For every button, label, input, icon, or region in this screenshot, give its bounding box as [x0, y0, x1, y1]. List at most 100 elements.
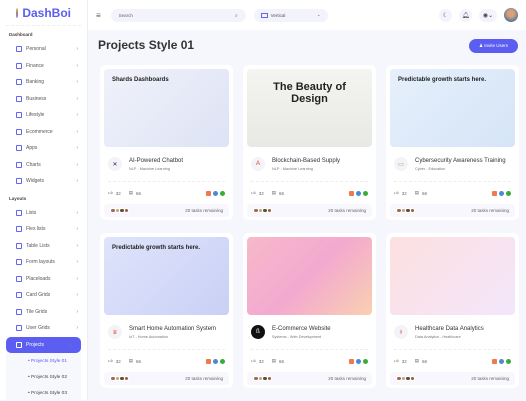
nav-icon: [16, 259, 22, 266]
project-title[interactable]: E-Commerce Website: [272, 326, 331, 332]
python-icon: [356, 190, 361, 196]
sidebar-item-charts[interactable]: Charts ›: [0, 157, 87, 174]
sidebar-item-finance[interactable]: Finance ›: [0, 58, 87, 75]
moon-icon[interactable]: ☾: [439, 8, 452, 22]
android-icon: [363, 190, 368, 196]
project-card[interactable]: ⚕ Healthcare Data Analytics Data Analytics…: [386, 233, 519, 388]
project-title[interactable]: AI-Powered Chatbot: [129, 158, 183, 164]
sidebar-item-business[interactable]: Business ›: [0, 91, 87, 108]
sidebar-item-flex-lists[interactable]: Flex lists ›: [0, 221, 87, 238]
comment-icon[interactable]: ▤: [415, 358, 419, 364]
project-image: [247, 237, 372, 315]
nav-icon: [16, 209, 22, 216]
chevron-right-icon: ›: [76, 95, 78, 102]
team-avatars[interactable]: [110, 207, 185, 214]
like-icon[interactable]: 👍︎: [108, 358, 113, 364]
search-input[interactable]: Search ⌕: [110, 8, 246, 22]
menu-icon[interactable]: ≡: [96, 11, 101, 20]
avatar[interactable]: [504, 8, 518, 22]
nav-icon: [16, 325, 22, 332]
nav-icon: [16, 62, 22, 69]
project-card[interactable]: Predictable growth starts here. ▭ Cyberse…: [386, 65, 519, 220]
android-icon: [506, 358, 511, 364]
html-icon: [492, 190, 497, 196]
sidebar-item-user-grids[interactable]: User Grids ›: [0, 320, 87, 337]
tasks-remaining: 20 tasks remaining: [185, 376, 223, 381]
team-avatars[interactable]: [396, 375, 471, 382]
chevron-right-icon: ›: [76, 128, 78, 135]
like-icon[interactable]: 👍︎: [394, 190, 399, 196]
layout-icon: [260, 12, 268, 18]
sidebar-item-apps[interactable]: Apps ›: [0, 140, 87, 157]
project-card[interactable]: Predictable growth starts here. ♛ Smart H…: [100, 233, 233, 388]
project-title[interactable]: Blockchain-Based Supply: [272, 158, 340, 164]
chevron-right-icon: ›: [76, 308, 78, 315]
nav-icon: [16, 128, 22, 135]
comment-icon[interactable]: ▤: [272, 358, 276, 364]
chevron-right-icon: ›: [76, 62, 78, 69]
html-icon: [206, 358, 211, 364]
like-icon[interactable]: 👍︎: [394, 358, 399, 364]
project-title[interactable]: Healthcare Data Analytics: [415, 326, 484, 332]
python-icon: [213, 190, 218, 196]
project-image: Shards Dashboards: [104, 69, 229, 147]
android-icon: [220, 190, 225, 196]
tasks-remaining: 20 tasks remaining: [471, 208, 509, 213]
like-icon[interactable]: 👍︎: [251, 190, 256, 196]
sidebar-subitem[interactable]: • Projects Style 02: [6, 369, 81, 385]
project-card[interactable]: ß E-Commerce Website Systems - Web Develop…: [243, 233, 376, 388]
globe-icon[interactable]: ◉⌄: [479, 8, 497, 22]
project-category: NLP - Machine Learning: [272, 166, 313, 171]
invite-users-button[interactable]: ♟ Invite Users: [468, 39, 518, 53]
project-card[interactable]: The Beauty of Design A Blockchain-Based S…: [243, 65, 376, 220]
sidebar-item-banking[interactable]: Banking ›: [0, 74, 87, 91]
project-category: Data Analytics - Healthcare: [415, 334, 461, 339]
project-image: Predictable growth starts here.: [390, 69, 515, 147]
sidebar-item-table-lists[interactable]: Table Lists ›: [0, 238, 87, 255]
sidebar-item-personal[interactable]: Personal ›: [0, 41, 87, 58]
bell-icon[interactable]: 🔔︎: [459, 8, 472, 22]
tasks-remaining: 20 tasks remaining: [328, 376, 366, 381]
team-avatars[interactable]: [396, 207, 471, 214]
project-image: [390, 237, 515, 315]
sidebar-subitem[interactable]: • Projects Style 03: [6, 385, 81, 401]
chevron-down-icon: ⌄: [67, 341, 72, 348]
project-card[interactable]: Shards Dashboards ✕ AI-Powered Chatbot NLP…: [100, 65, 233, 220]
sidebar-item-projects[interactable]: Projects ⌄: [6, 336, 81, 353]
team-avatars[interactable]: [253, 207, 328, 214]
sidebar-item-form-layouts[interactable]: Form layouts ›: [0, 254, 87, 271]
chevron-right-icon: ›: [76, 275, 78, 282]
nav-icon: [16, 79, 22, 86]
sidebar-subitem[interactable]: • Projects Style 01: [6, 353, 81, 369]
section-layouts: Layouts: [9, 195, 27, 201]
html-icon: [492, 358, 497, 364]
like-icon[interactable]: 👍︎: [251, 358, 256, 364]
project-logo: ✕: [108, 157, 122, 171]
page-title: Projects Style 01: [98, 38, 195, 52]
sidebar-item-tile-grids[interactable]: Tile Grids ›: [0, 304, 87, 321]
sidebar-item-lifestyle[interactable]: Lifestyle ›: [0, 107, 87, 124]
tasks-remaining: 20 tasks remaining: [328, 208, 366, 213]
html-icon: [349, 190, 354, 196]
chevron-right-icon: ›: [76, 226, 78, 233]
comment-icon[interactable]: ▤: [272, 190, 276, 196]
chevron-right-icon: ›: [76, 292, 78, 299]
comment-icon[interactable]: ▤: [129, 358, 133, 364]
sidebar-item-card-grids[interactable]: Card Grids ›: [0, 287, 87, 304]
sidebar-item-ecommerce[interactable]: Ecommerce ›: [0, 124, 87, 141]
sidebar-item-widgets[interactable]: Widgets ›: [0, 173, 87, 190]
project-title[interactable]: Cybersecurity Awareness Training: [415, 158, 506, 164]
layout-select[interactable]: Vertical ⌄: [253, 8, 328, 22]
comment-icon[interactable]: ▤: [129, 190, 133, 196]
comment-icon[interactable]: ▤: [415, 190, 419, 196]
nav-icon: [16, 145, 22, 152]
team-avatars[interactable]: [110, 375, 185, 382]
sidebar-item-lists[interactable]: Lists ›: [0, 205, 87, 222]
like-icon[interactable]: 👍︎: [108, 190, 113, 196]
sidebar-item-placeloads[interactable]: Placeloads ›: [0, 271, 87, 288]
android-icon: [363, 358, 368, 364]
project-title[interactable]: Smart Home Automation System: [129, 326, 216, 332]
team-avatars[interactable]: [253, 375, 328, 382]
logo[interactable]: DashBoi: [6, 0, 81, 26]
section-dashboard: Dashboard: [9, 32, 33, 37]
